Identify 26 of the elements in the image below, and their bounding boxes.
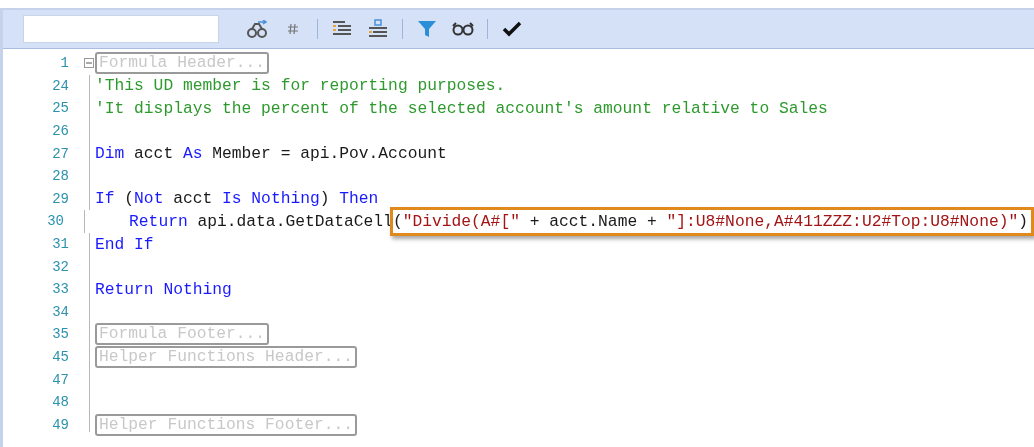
line-number: 33 [51, 281, 69, 298]
code-line: End If [95, 234, 154, 254]
line-number: 30 [46, 213, 64, 230]
line-number: 45 [51, 349, 69, 365]
line-number: 32 [51, 258, 69, 275]
code-line: 'This UD member is for reporting purposes. [95, 76, 506, 96]
collapse-icon[interactable] [84, 58, 94, 68]
code-line: Dim acct As Member = api.Pov.Account [95, 144, 447, 164]
line-number: 27 [51, 145, 69, 162]
line-number: 49 [51, 416, 69, 433]
code-line: If (Not acct Is Nothing) Then [95, 189, 379, 209]
line-number: 24 [51, 77, 69, 94]
line-number: 26 [51, 123, 69, 140]
highlighted-code: ("Divide(A#[" + acct.Name + "]:U8#None,A#411ZZZ:U2#Top:U8#None)") [389, 206, 1034, 236]
line-number: 28 [51, 168, 69, 185]
search-field[interactable] [23, 15, 219, 43]
line-number: 34 [51, 303, 69, 320]
line-number: 35 [51, 326, 69, 343]
line-number: 48 [51, 394, 69, 411]
line-number: 31 [51, 236, 69, 253]
line-number: 29 [51, 190, 69, 207]
line-number: 1 [59, 55, 69, 72]
line-number: 25 [51, 100, 69, 117]
line-number: 47 [51, 371, 69, 388]
code-line: Return Nothing [95, 279, 232, 299]
code-line: 'It displays the percent of the selected account's amount relative to Sales [95, 99, 828, 118]
